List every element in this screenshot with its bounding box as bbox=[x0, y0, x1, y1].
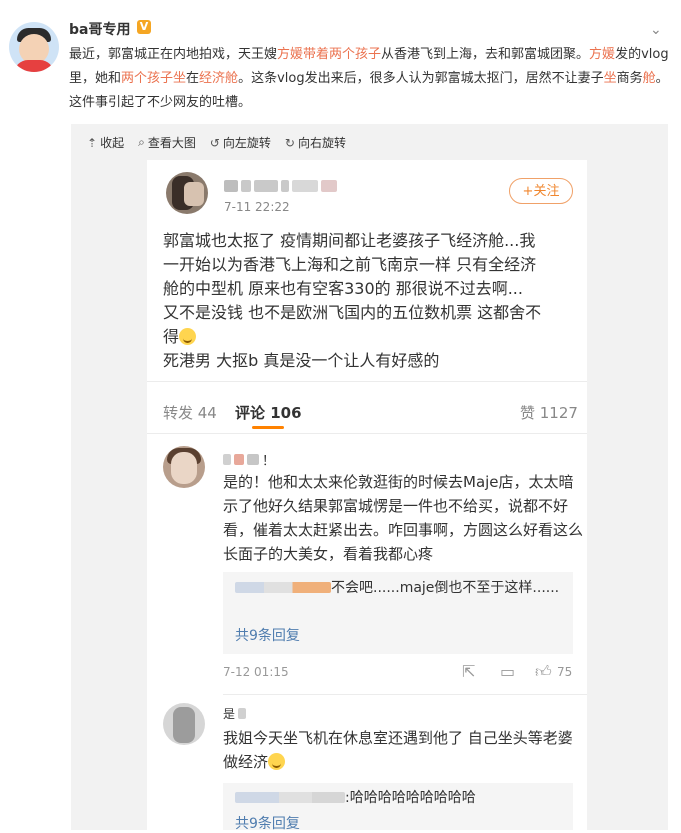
comment-text: 是的！他和太太来伦敦逛街的时候去Maje店，太太暗示了他好久结果郭富城愣是一件也… bbox=[223, 473, 584, 563]
rotate-right-icon: ↻ bbox=[284, 135, 295, 150]
comment-author-name: ！ bbox=[223, 452, 275, 469]
highlighted-keyword[interactable]: 方媛带着两个孩子 bbox=[277, 47, 381, 62]
divider bbox=[223, 694, 587, 695]
rotate-left-button[interactable]: ↺ 向左旋转 bbox=[210, 134, 271, 151]
comment-text: 我姐今天坐飞机在休息室还遇到他了 自己坐头等老婆做经济 bbox=[223, 729, 573, 771]
screenshot-author-avatar bbox=[166, 172, 208, 214]
divider bbox=[147, 381, 587, 382]
highlighted-keyword[interactable]: 坐 bbox=[604, 71, 617, 86]
chevron-down-icon[interactable]: ⌄ bbox=[650, 22, 664, 38]
tab-repost: 转发 44 bbox=[163, 404, 217, 422]
rotate-left-icon: ↺ bbox=[209, 135, 220, 150]
comment-avatar bbox=[163, 703, 205, 745]
view-large-button[interactable]: ⌕ 查看大图 bbox=[138, 134, 196, 151]
collapse-button[interactable]: ⇡ 收起 bbox=[87, 134, 124, 151]
comment-time: 7-12 01:15 bbox=[223, 665, 289, 679]
like-icon: 👍︎ bbox=[535, 662, 552, 681]
active-tab-indicator bbox=[252, 426, 284, 429]
post-text-segment: 最近，郭富城正在内地拍戏，天王嫂 bbox=[69, 47, 278, 62]
post-text-segment: 从香港飞到上海，去和郭富城团聚。 bbox=[381, 47, 590, 62]
reply-icon: ▭ bbox=[500, 662, 516, 681]
screenshot-post-time: 7-11 22:22 bbox=[224, 200, 290, 214]
comment-avatar bbox=[163, 446, 205, 488]
tab-like: 赞 1127 bbox=[520, 404, 578, 422]
tab-comment: 评论 106 bbox=[235, 404, 302, 422]
highlighted-keyword[interactable]: 两个孩子坐 bbox=[121, 71, 186, 86]
collapse-icon: ⇡ bbox=[87, 135, 98, 150]
smile-emoji-icon bbox=[268, 753, 286, 770]
post-text-segment: 商务 bbox=[616, 71, 643, 86]
author-avatar[interactable] bbox=[9, 22, 59, 72]
reply-line: 不会吧......maje倒也不至于这样...... bbox=[235, 576, 565, 600]
blurred-author-name bbox=[224, 178, 337, 194]
like-count: 75 bbox=[557, 665, 573, 679]
more-replies-link: 共9条回复 bbox=[235, 816, 300, 832]
highlighted-keyword[interactable]: 方媛 bbox=[589, 47, 615, 62]
highlighted-keyword[interactable]: 舱 bbox=[643, 71, 656, 86]
more-replies-link: 共9条回复 bbox=[235, 628, 300, 644]
post-text-segment: 。这条vlog发出来后，很多人认为郭富城太抠门，居然不让妻子 bbox=[238, 71, 604, 86]
smile-emoji-icon bbox=[179, 328, 197, 345]
post-text: 最近，郭富城正在内地拍戏，天王嫂方媛带着两个孩子从香港飞到上海，去和郭富城团聚。… bbox=[69, 43, 669, 115]
comment-author-name: 是 bbox=[223, 706, 247, 721]
highlighted-keyword[interactable]: 经济舱 bbox=[199, 71, 238, 86]
image-toolbar: ⇡ 收起 ⌕ 查看大图 ↺ 向左旋转 ↻ 向右旋转 bbox=[87, 134, 346, 151]
verified-badge-icon: V bbox=[137, 20, 151, 34]
reply-line: :哈哈哈哈哈哈哈哈哈 bbox=[235, 786, 565, 810]
blurred-reply-author bbox=[235, 582, 331, 593]
blurred-reply-author bbox=[235, 792, 345, 803]
rotate-right-button[interactable]: ↻ 向右旋转 bbox=[285, 134, 346, 151]
search-icon: ⌕ bbox=[138, 135, 145, 149]
share-icon: ⇱ bbox=[462, 662, 476, 681]
screenshot-post-text: 郭富城也太抠了 疫情期间都让老婆孩子飞经济舱...我 一开始以为香港飞上海和之前… bbox=[163, 231, 542, 370]
follow-button: +关注 bbox=[509, 178, 573, 204]
author-name[interactable]: ba哥专用 bbox=[69, 19, 130, 39]
divider bbox=[147, 433, 587, 434]
post-text-segment: 在 bbox=[186, 71, 200, 86]
